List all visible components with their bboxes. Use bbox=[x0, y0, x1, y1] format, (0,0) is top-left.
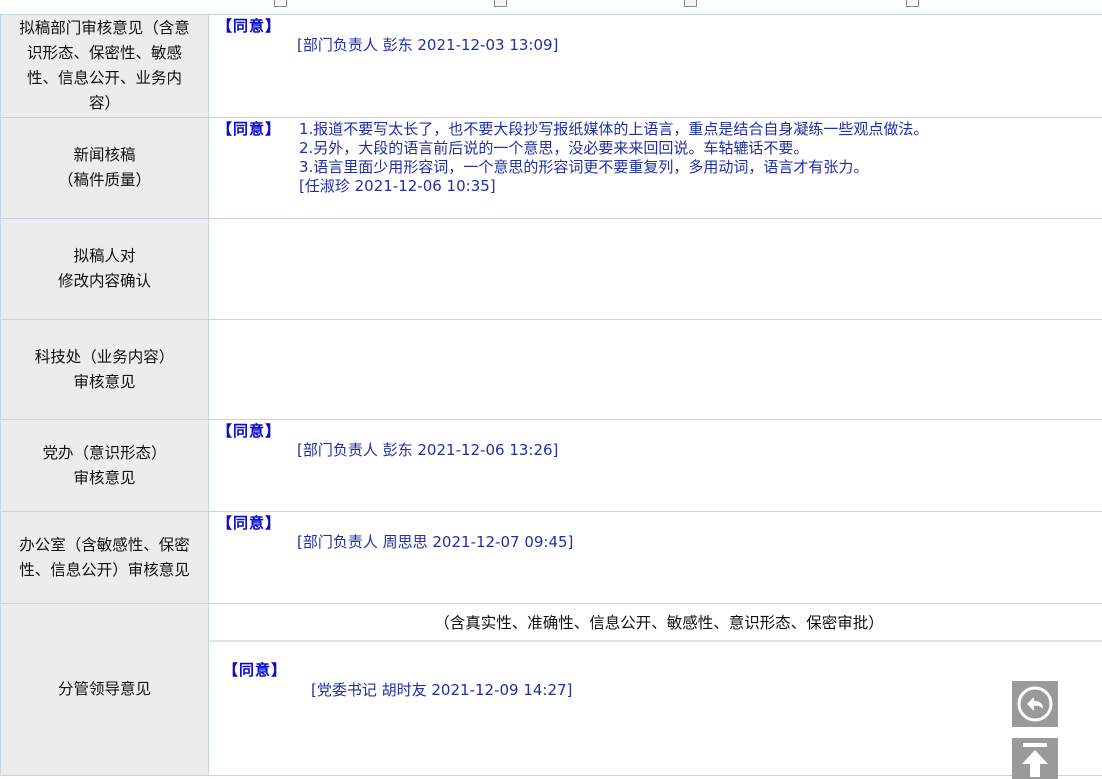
row-leader-review: 分管领导意见 （含真实性、准确性、信息公开、敏感性、意识形态、保密审批） 【同意… bbox=[0, 603, 1102, 776]
approval-scope-text: （含真实性、准确性、信息公开、敏感性、意识形态、保密审批） bbox=[209, 604, 1102, 642]
label-text: （稿件质量） bbox=[57, 171, 151, 189]
content-party-office: 【同意】 [部门负责人 彭东 2021-12-06 13:26] bbox=[208, 419, 1102, 512]
label-text: 新闻核稿 bbox=[73, 146, 136, 164]
content-tech-review bbox=[208, 319, 1102, 420]
label-text: 审核意见 bbox=[73, 372, 136, 391]
label-text: 容） bbox=[88, 94, 120, 112]
row-tech-review: 科技处（业务内容） 审核意见 bbox=[0, 319, 1102, 420]
agree-tag: 【同意】 bbox=[217, 422, 282, 440]
checkbox[interactable] bbox=[274, 0, 287, 7]
label-news-review: 新闻核稿 （稿件质量） bbox=[0, 117, 209, 219]
review-form-table: 拟稿部门审核意见（含意 识形态、保密性、敏感 性、信息公开、业务内 容） 【同意… bbox=[0, 14, 1102, 776]
label-general-office: 办公室（含敏感性、保密 性、信息公开）审核意见 bbox=[0, 511, 209, 604]
agree-tag: 【同意】 bbox=[217, 120, 282, 138]
label-drafter-confirm: 拟稿人对 修改内容确认 bbox=[0, 218, 209, 320]
label-text: 修改内容确认 bbox=[57, 272, 151, 290]
label-dept-review: 拟稿部门审核意见（含意 识形态、保密性、敏感 性、信息公开、业务内 容） bbox=[0, 14, 209, 118]
return-button[interactable] bbox=[1012, 681, 1058, 727]
label-text: 性、信息公开）审核意见 bbox=[19, 560, 190, 579]
agree-tag: 【同意】 bbox=[217, 17, 282, 35]
signature: [部门负责人 彭东 2021-12-06 13:26] bbox=[297, 441, 559, 459]
label-text: 拟稿人对 bbox=[73, 247, 136, 265]
note-line-2: 2.另外，大段的语言前后说的一个意思，没必要来来回回说。车轱辘话不要。 bbox=[299, 139, 809, 157]
label-party-office: 党办（意识形态） 审核意见 bbox=[0, 419, 209, 512]
row-party-office: 党办（意识形态） 审核意见 【同意】 [部门负责人 彭东 2021-12-06 … bbox=[0, 419, 1102, 512]
checkbox[interactable] bbox=[684, 0, 697, 7]
checkbox[interactable] bbox=[906, 0, 919, 7]
back-to-top-button[interactable] bbox=[1012, 738, 1058, 779]
reply-arrow-icon bbox=[1017, 686, 1053, 722]
label-text: 党办（意识形态） bbox=[42, 443, 167, 462]
back-to-top-icon bbox=[1022, 742, 1048, 777]
note-signature: [任淑珍 2021-12-06 10:35] bbox=[299, 177, 496, 195]
label-text: 拟稿部门审核意见（含意 bbox=[19, 19, 190, 37]
checkbox[interactable] bbox=[494, 0, 507, 7]
label-text: 性、信息公开、业务内 bbox=[26, 69, 182, 87]
signature: [党委书记 胡时友 2021-12-09 14:27] bbox=[311, 681, 573, 699]
content-dept-review: 【同意】 [部门负责人 彭东 2021-12-03 13:09] bbox=[208, 14, 1102, 118]
content-news-review: 【同意】 1.报道不要写太长了，也不要大段抄写报纸媒体的上语言，重点是结合自身凝… bbox=[208, 117, 1102, 219]
agree-tag: 【同意】 bbox=[217, 514, 282, 532]
label-text: 科技处（业务内容） bbox=[34, 347, 175, 366]
note-line-1: 1.报道不要写太长了，也不要大段抄写报纸媒体的上语言，重点是结合自身凝练一些观点… bbox=[299, 120, 929, 138]
label-leader-review: 分管领导意见 bbox=[0, 603, 209, 776]
row-news-review: 新闻核稿 （稿件质量） 【同意】 1.报道不要写太长了，也不要大段抄写报纸媒体的… bbox=[0, 117, 1102, 219]
label-text: 办公室（含敏感性、保密 bbox=[19, 535, 190, 554]
row-drafter-confirm: 拟稿人对 修改内容确认 bbox=[0, 218, 1102, 320]
label-tech-review: 科技处（业务内容） 审核意见 bbox=[0, 319, 209, 420]
content-drafter-confirm bbox=[208, 218, 1102, 320]
agree-tag: 【同意】 bbox=[223, 661, 288, 679]
signature: [部门负责人 周思思 2021-12-07 09:45] bbox=[297, 533, 574, 551]
signature: [部门负责人 彭东 2021-12-03 13:09] bbox=[297, 36, 559, 54]
content-leader-review: （含真实性、准确性、信息公开、敏感性、意识形态、保密审批） 【同意】 [党委书记… bbox=[208, 603, 1102, 776]
label-text: 识形态、保密性、敏感 bbox=[26, 44, 182, 62]
review-notes: 1.报道不要写太长了，也不要大段抄写报纸媒体的上语言，重点是结合自身凝练一些观点… bbox=[299, 120, 928, 196]
content-general-office: 【同意】 [部门负责人 周思思 2021-12-07 09:45] bbox=[208, 511, 1102, 604]
label-text: 审核意见 bbox=[73, 468, 136, 487]
row-general-office: 办公室（含敏感性、保密 性、信息公开）审核意见 【同意】 [部门负责人 周思思 … bbox=[0, 511, 1102, 604]
note-line-3: 3.语言里面少用形容词，一个意思的形容词更不要重复列，多用动词，语言才有张力。 bbox=[299, 158, 869, 176]
row-dept-review: 拟稿部门审核意见（含意 识形态、保密性、敏感 性、信息公开、业务内 容） 【同意… bbox=[0, 14, 1102, 118]
